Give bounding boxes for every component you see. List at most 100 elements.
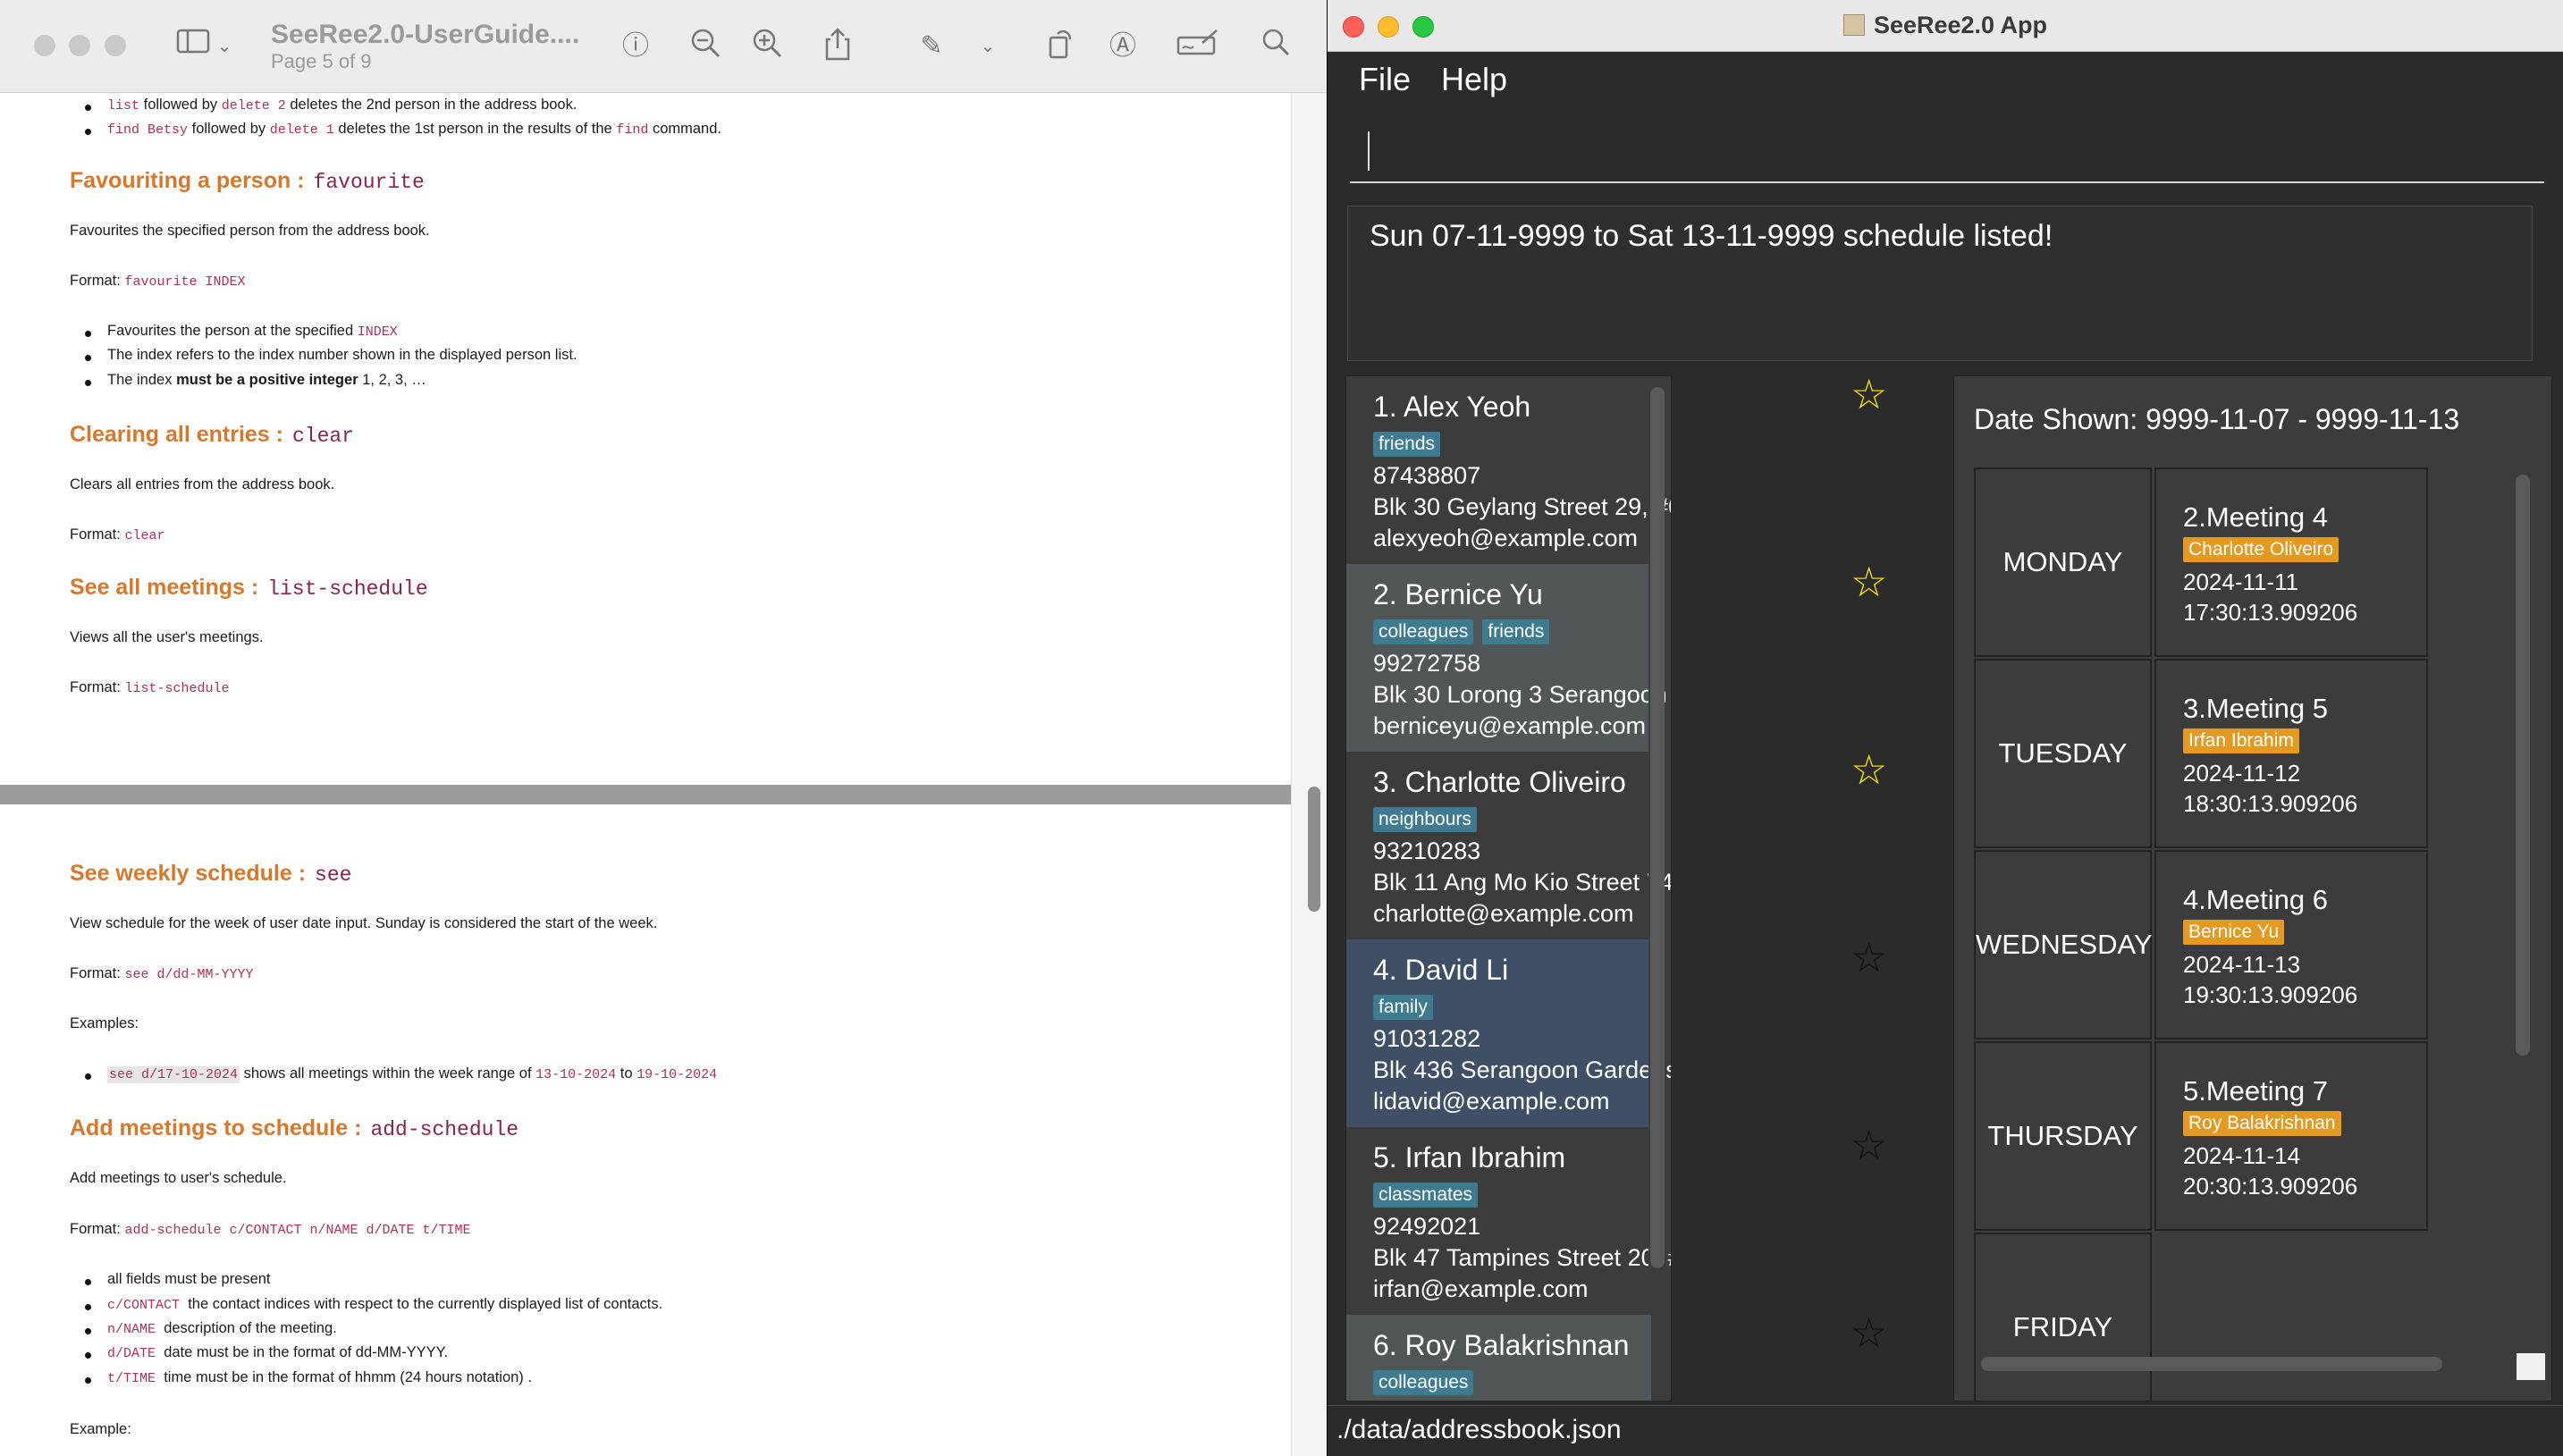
bullet <box>85 1328 91 1334</box>
example-label: Example: <box>70 1421 131 1437</box>
star-outline-icon[interactable]: ☆ <box>1851 937 1887 978</box>
person-card-selected[interactable]: 4. David Li family 91031282 Blk 436 Sera… <box>1346 939 1671 1127</box>
app-title-bar: SeeRee2.0 App <box>1328 0 2563 52</box>
tag: neighbours <box>1373 807 1477 832</box>
search-icon[interactable] <box>1256 27 1295 66</box>
add-bullet-5: t/TIME time must be in the format of hhm… <box>107 1369 532 1386</box>
command-input[interactable] <box>1373 121 2535 181</box>
rotate-icon[interactable] <box>1040 27 1079 66</box>
delete-example-1: list followed by delete 2 deletes the 2n… <box>107 97 578 114</box>
list-schedule-format: Format: list-schedule <box>70 679 230 696</box>
star-outline-icon[interactable]: ☆ <box>1851 1312 1887 1353</box>
menu-file[interactable]: File <box>1359 61 1411 98</box>
person-card[interactable]: 1. Alex Yeoh friends 87438807 Blk 30 Gey… <box>1346 376 1671 564</box>
person-tags: friends <box>1373 432 1449 457</box>
person-card[interactable]: 3. Charlotte Oliveiro neighbours 9321028… <box>1346 752 1671 939</box>
result-message: Sun 07-11-9999 to Sat 13-11-9999 schedul… <box>1370 219 2053 253</box>
annotate-icon[interactable]: Ⓐ <box>1103 27 1142 66</box>
star-filled-icon[interactable]: ☆ <box>1851 561 1887 602</box>
schedule-vertical-scrollbar[interactable] <box>2516 475 2530 1056</box>
pdf-scrollbar-track[interactable] <box>1291 93 1327 1456</box>
star-filled-icon[interactable]: ☆ <box>1851 374 1887 415</box>
meeting-title: 4.Meeting 6 <box>2183 884 2328 915</box>
day-label: FRIDAY <box>1974 1233 2152 1401</box>
share-icon[interactable] <box>818 27 857 66</box>
person-name: 2. Bernice Yu <box>1373 578 1543 610</box>
app-icon <box>1842 14 1865 36</box>
menu-help[interactable]: Help <box>1441 61 1507 98</box>
command-box[interactable] <box>1350 121 2544 183</box>
favourite-format: Format: favourite INDEX <box>70 273 246 290</box>
person-email: lidavid@example.com <box>1373 1088 1610 1115</box>
pdf-scrollbar-thumb[interactable] <box>1308 787 1320 912</box>
person-email: alexyeoh@example.com <box>1373 525 1639 551</box>
clear-description: Clears all entries from the address book… <box>70 476 335 492</box>
bullet <box>85 1073 91 1080</box>
person-phone: 93210283 <box>1373 837 1481 864</box>
zoom-out-icon[interactable] <box>686 27 725 66</box>
clear-format: Format: clear <box>70 526 165 543</box>
schedule-horizontal-scrollbar[interactable] <box>1981 1357 2442 1371</box>
tag: classmates <box>1373 1182 1479 1208</box>
favourite-heading: Favouriting a person : favourite <box>70 168 425 194</box>
person-address: Blk 30 Geylang Street 29, #06-40 <box>1373 493 1671 520</box>
meeting-card[interactable]: 4.Meeting 6 Bernice Yu 2024-11-13 19:30:… <box>2154 850 2428 1039</box>
chevron-down-icon[interactable]: ⌄ <box>213 27 236 66</box>
tag: friends <box>1482 619 1550 644</box>
scrollbar-corner <box>2517 1353 2545 1380</box>
list-schedule-heading: See all meetings : list-schedule <box>70 575 428 601</box>
see-examples-label: Examples: <box>70 1015 139 1031</box>
person-card[interactable]: 2. Bernice Yu colleagues friends 99272758… <box>1346 564 1671 752</box>
person-phone: 91031282 <box>1373 1025 1481 1052</box>
close-window-button[interactable] <box>34 35 55 56</box>
schedule-panel[interactable]: Date Shown: 9999-11-07 - 9999-11-13 MOND… <box>1953 375 2552 1401</box>
meeting-card[interactable]: 3.Meeting 5 Irfan Ibrahim 2024-11-12 18:… <box>2154 659 2428 848</box>
zoom-in-icon[interactable] <box>747 27 787 66</box>
favourite-bullet-1: Favourites the person at the specified I… <box>107 323 398 340</box>
add-bullet-2: c/CONTACT the contact indices with respe… <box>107 1296 663 1313</box>
person-list[interactable]: 1. Alex Yeoh friends 87438807 Blk 30 Gey… <box>1345 375 1672 1401</box>
person-name: 3. Charlotte Oliveiro <box>1373 766 1626 798</box>
meeting-contact: Irfan Ibrahim <box>2183 728 2299 753</box>
meeting-time: 17:30:13.909206 <box>2183 599 2358 626</box>
day-label: THURSDAY <box>1974 1041 2152 1231</box>
person-tags: colleagues <box>1373 1370 1482 1395</box>
list-schedule-description: Views all the user's meetings. <box>70 629 264 645</box>
person-card[interactable]: 6. Roy Balakrishnan colleagues <box>1346 1315 1651 1401</box>
meeting-card[interactable]: 2.Meeting 4 Charlotte Oliveiro 2024-11-1… <box>2154 467 2428 657</box>
markup-pen-icon[interactable]: ✎ <box>912 27 951 66</box>
meeting-title: 2.Meeting 4 <box>2183 501 2328 533</box>
person-address: Blk 11 Ang Mo Kio Street 74, #11-04 <box>1373 869 1671 896</box>
minimize-window-button[interactable] <box>69 35 90 56</box>
info-icon[interactable]: ⓘ <box>616 27 655 66</box>
pdf-page: See weekly schedule : see View schedule f… <box>0 804 1291 1456</box>
person-list-scrollbar-thumb[interactable] <box>1650 387 1665 1268</box>
tag: family <box>1373 995 1433 1020</box>
menu-bar: File Help <box>1328 52 2563 109</box>
pdf-page: list followed by delete 2 deletes the 2n… <box>0 93 1291 785</box>
result-display: Sun 07-11-9999 to Sat 13-11-9999 schedul… <box>1347 206 2533 361</box>
see-description: View schedule for the week of user date … <box>70 915 658 931</box>
see-heading: See weekly schedule : see <box>70 861 352 887</box>
sidebar-toggle-icon[interactable] <box>175 27 211 66</box>
page-indicator: Page 5 of 9 <box>271 50 372 72</box>
meeting-title: 5.Meeting 7 <box>2183 1075 2328 1107</box>
add-bullet-1: all fields must be present <box>107 1271 271 1287</box>
person-email: charlotte@example.com <box>1373 900 1634 927</box>
star-filled-icon[interactable]: ☆ <box>1851 749 1887 790</box>
bullet <box>85 380 91 386</box>
signature-icon[interactable] <box>1175 27 1221 66</box>
meeting-card[interactable]: 5.Meeting 7 Roy Balakrishnan 2024-11-14 … <box>2154 1041 2428 1231</box>
see-format: Format: see d/dd-MM-YYYY <box>70 965 254 982</box>
bullet <box>85 1377 91 1384</box>
add-bullet-3: n/NAME description of the meeting. <box>107 1320 337 1337</box>
sidebar-icon <box>176 29 210 54</box>
bullet <box>85 331 91 337</box>
person-tags: neighbours <box>1373 807 1486 832</box>
star-outline-icon[interactable]: ☆ <box>1851 1124 1887 1166</box>
person-card[interactable]: 5. Irfan Ibrahim classmates 92492021 Blk… <box>1346 1127 1671 1315</box>
zoom-window-button[interactable] <box>105 35 126 56</box>
tag: colleagues <box>1373 1370 1474 1395</box>
app-title: SeeRee2.0 App <box>1328 12 2563 39</box>
chevron-down-icon[interactable]: ⌄ <box>974 27 1001 66</box>
